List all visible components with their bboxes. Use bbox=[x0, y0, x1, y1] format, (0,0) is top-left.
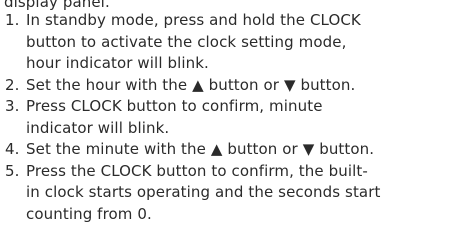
step-line: Set the minute with the ▲ button or ▼ bu… bbox=[26, 140, 375, 158]
step-line: counting from 0. bbox=[26, 204, 152, 223]
step-number: 4. bbox=[5, 140, 20, 158]
step-number: 5. bbox=[5, 161, 20, 180]
step-line: Press the CLOCK button to confirm, the b… bbox=[26, 161, 368, 180]
step-line: hour indicator will blink. bbox=[26, 54, 209, 72]
instruction-page: display panel. 1. In standby mode, press… bbox=[0, 0, 449, 244]
step-4: 4. Set the minute with the ▲ button or ▼… bbox=[0, 139, 449, 161]
clock-setting-steps: 1. In standby mode, press and hold the C… bbox=[0, 10, 449, 225]
step-line: In standby mode, press and hold the CLOC… bbox=[26, 11, 361, 29]
step-line: indicator will blink. bbox=[26, 118, 170, 137]
step-text: Press the CLOCK button to confirm, the b… bbox=[26, 161, 449, 226]
step-number: 1. bbox=[5, 11, 20, 29]
step-line: Press CLOCK button to confirm, minute bbox=[26, 97, 323, 115]
step-5: 5. Press the CLOCK button to confirm, th… bbox=[0, 161, 449, 226]
step-line: in clock starts operating and the second… bbox=[26, 183, 381, 201]
step-text: Set the minute with the ▲ button or ▼ bu… bbox=[26, 139, 449, 161]
step-3: 3. Press CLOCK button to confirm, minute… bbox=[0, 96, 449, 139]
step-2: 2. Set the hour with the ▲ button or ▼ b… bbox=[0, 75, 449, 97]
step-text: In standby mode, press and hold the CLOC… bbox=[26, 10, 449, 75]
step-number: 3. bbox=[5, 97, 20, 115]
step-number: 2. bbox=[5, 75, 20, 94]
step-line: button to activate the clock setting mod… bbox=[26, 32, 347, 51]
step-text: Set the hour with the ▲ button or ▼ butt… bbox=[26, 75, 449, 97]
step-text: Press CLOCK button to confirm, minute in… bbox=[26, 96, 449, 139]
step-1: 1. In standby mode, press and hold the C… bbox=[0, 10, 449, 75]
step-line: Set the hour with the ▲ button or ▼ butt… bbox=[26, 75, 356, 94]
